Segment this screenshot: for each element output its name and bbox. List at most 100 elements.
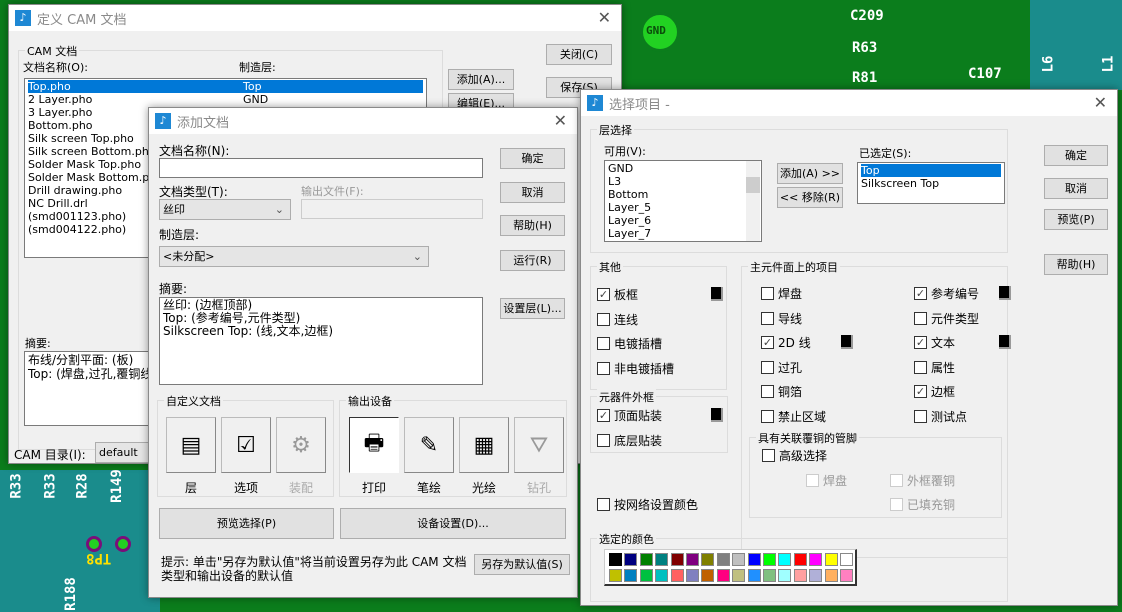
selected-layers-list[interactable]: Top Silkscreen Top (857, 162, 1005, 204)
available-layer-item[interactable]: Bottom (608, 188, 758, 201)
checkbox[interactable]: ✓ 参考编号 (914, 285, 979, 302)
preview-button[interactable]: 预览(P) (1044, 209, 1108, 230)
checkbox[interactable]: 焊盘 (761, 285, 802, 302)
palette-color[interactable] (686, 569, 699, 582)
checkbox[interactable]: 测试点 (914, 408, 967, 425)
color-swatch[interactable] (999, 286, 1011, 300)
checkbox[interactable]: ✓ 文本 (914, 334, 955, 351)
palette-color[interactable] (639, 569, 653, 582)
cancel-button[interactable]: 取消 (1044, 178, 1108, 199)
checkbox[interactable]: 按网络设置颜色 (597, 496, 698, 513)
palette-color[interactable] (809, 569, 823, 582)
palette-color[interactable] (840, 569, 853, 582)
add-layer-button[interactable]: 添加(A) >> (777, 163, 843, 184)
palette-color[interactable] (824, 569, 838, 582)
checkbox[interactable]: 高级选择 (762, 447, 827, 464)
checkbox[interactable]: ✓ 板框 (597, 286, 638, 303)
checkbox[interactable]: 属性 (914, 359, 955, 376)
printer-button[interactable]: 🖶 (349, 417, 399, 473)
cancel-button[interactable]: 取消 (500, 182, 565, 203)
layer-select[interactable]: <未分配> ⌄ (159, 246, 429, 267)
close-icon[interactable]: ✕ (1094, 93, 1107, 112)
checkbox[interactable]: ✓ 边框 (914, 383, 955, 400)
palette-color[interactable] (732, 569, 746, 582)
checkbox[interactable]: 电镀插槽 (597, 335, 662, 352)
palette-color[interactable] (747, 569, 761, 582)
available-layer-item[interactable]: Layer_6 (608, 214, 758, 227)
palette-color[interactable] (701, 569, 715, 582)
checkbox[interactable]: ✓ 2D 线 (761, 334, 811, 351)
palette-color[interactable] (624, 553, 638, 566)
palette-color[interactable] (686, 553, 699, 566)
palette-color[interactable] (609, 553, 622, 566)
selected-layer-item[interactable]: Silkscreen Top (861, 177, 1001, 190)
palette-color[interactable] (763, 553, 776, 566)
set-layer-button[interactable]: 设置层(L)... (500, 298, 565, 319)
checkbox[interactable]: 底层贴装 (597, 432, 662, 449)
palette-color[interactable] (624, 569, 638, 582)
available-layer-item[interactable]: GND (608, 162, 758, 175)
available-layer-item[interactable]: Layer_5 (608, 201, 758, 214)
color-swatch[interactable] (841, 335, 853, 349)
ok-button[interactable]: 确定 (1044, 145, 1108, 166)
available-layer-item[interactable]: L3 (608, 175, 758, 188)
layers-button[interactable]: ▤ (166, 417, 216, 473)
checkbox[interactable]: 非电镀插槽 (597, 360, 674, 377)
palette-color[interactable] (655, 569, 669, 582)
palette-color[interactable] (716, 553, 730, 566)
color-swatch[interactable] (999, 335, 1011, 349)
help-button[interactable]: 帮助(H) (1044, 254, 1108, 275)
close-icon[interactable]: ✕ (598, 8, 611, 27)
checkbox[interactable]: 连线 (597, 311, 638, 328)
palette-color[interactable] (655, 553, 669, 566)
palette-color[interactable] (763, 569, 776, 582)
checkbox[interactable]: 导线 (761, 310, 802, 327)
palette-color[interactable] (778, 553, 792, 566)
checkbox[interactable]: 禁止区域 (761, 408, 826, 425)
run-button[interactable]: 运行(R) (500, 250, 565, 271)
selected-layer-item[interactable]: Top (861, 164, 1001, 177)
palette-color[interactable] (639, 553, 653, 566)
palette-color[interactable] (809, 553, 823, 566)
palette-color[interactable] (747, 553, 761, 566)
palette-color[interactable] (670, 569, 684, 582)
checkbox[interactable]: 铜箔 (761, 383, 802, 400)
color-swatch[interactable] (711, 287, 723, 301)
palette-color[interactable] (670, 553, 684, 566)
checkbox[interactable]: 过孔 (761, 359, 802, 376)
doc-name-input[interactable] (159, 158, 483, 178)
title-bar[interactable]: ♪ 定义 CAM 文档 ✕ (9, 5, 621, 31)
remove-layer-button[interactable]: << 移除(R) (777, 187, 843, 208)
options-button[interactable]: ☑ (221, 417, 271, 473)
save-default-button[interactable]: 另存为默认值(S) (474, 554, 570, 575)
palette-color[interactable] (609, 569, 622, 582)
add-button[interactable]: 添加(A)... (448, 69, 514, 90)
palette-color[interactable] (824, 553, 838, 566)
palette-color[interactable] (732, 553, 746, 566)
palette-color[interactable] (716, 569, 730, 582)
cam-doc-row[interactable]: 2 Layer.pho GND (28, 93, 423, 106)
checkbox[interactable]: ✓ 顶面贴装 (597, 407, 662, 424)
ok-button[interactable]: 确定 (500, 148, 565, 169)
available-layer-item[interactable]: Layer_7 (608, 227, 758, 240)
scrollbar[interactable] (746, 161, 760, 241)
cam-dir-select[interactable]: default (95, 442, 155, 463)
cam-doc-row[interactable]: Top.pho Top (28, 80, 423, 93)
title-bar[interactable]: ♪ 选择项目 - ✕ (581, 90, 1117, 116)
help-button[interactable]: 帮助(H) (500, 215, 565, 236)
palette-color[interactable] (793, 569, 807, 582)
doc-type-select[interactable]: 丝印 ⌄ (159, 199, 291, 220)
palette-color[interactable] (793, 553, 807, 566)
color-swatch[interactable] (711, 408, 723, 422)
device-setup-button[interactable]: 设备设置(D)... (340, 508, 566, 539)
checkbox[interactable]: 元件类型 (914, 310, 979, 327)
pen-plotter-button[interactable]: ✎ (404, 417, 454, 473)
title-bar[interactable]: ♪ 添加文档 ✕ (149, 108, 577, 134)
photo-plotter-button[interactable]: ▦ (459, 417, 509, 473)
preview-selection-button[interactable]: 预览选择(P) (159, 508, 334, 539)
close-icon[interactable]: ✕ (554, 111, 567, 130)
palette-color[interactable] (840, 553, 853, 566)
close-button[interactable]: 关闭(C) (546, 44, 612, 65)
palette-color[interactable] (778, 569, 792, 582)
palette-color[interactable] (701, 553, 715, 566)
